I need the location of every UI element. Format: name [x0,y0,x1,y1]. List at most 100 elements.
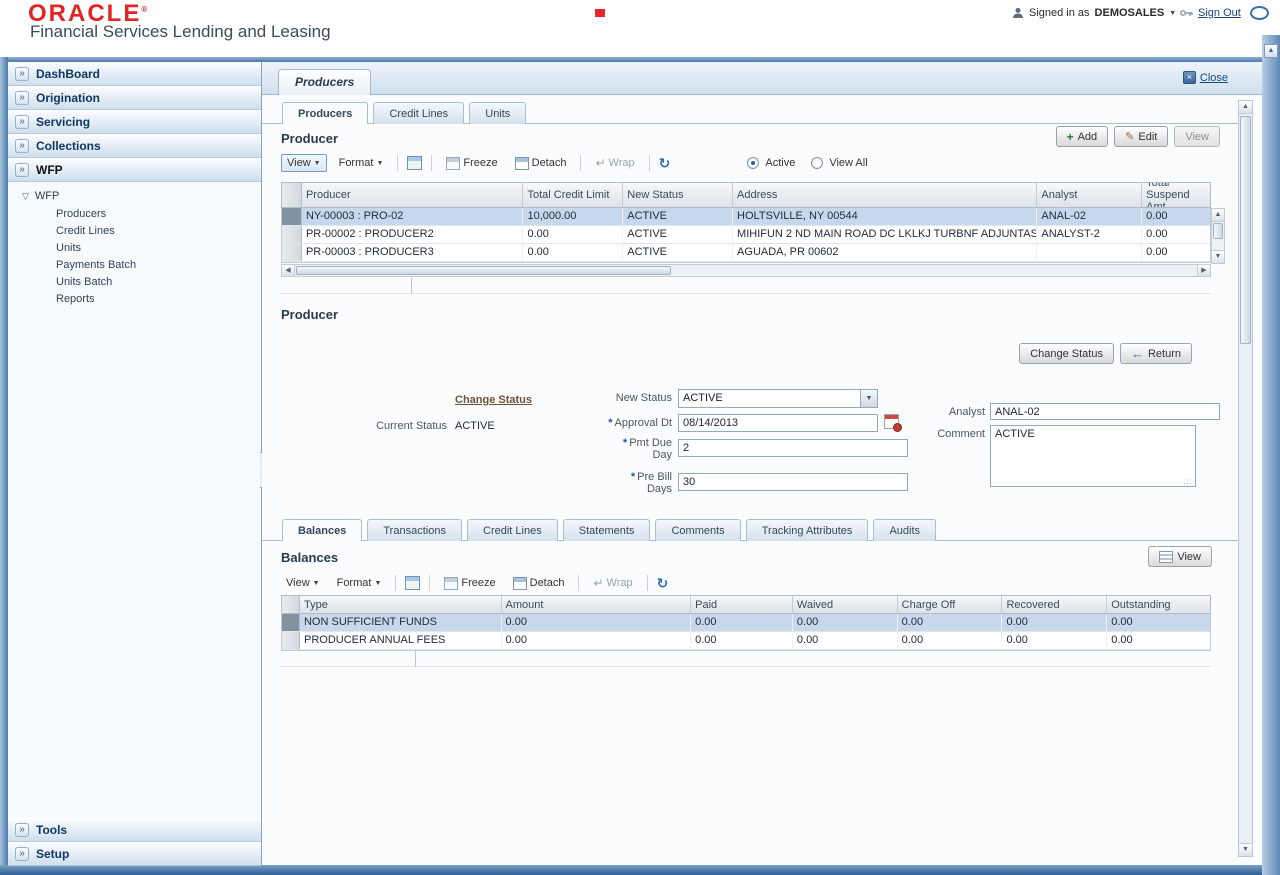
table-row[interactable]: NON SUFFICIENT FUNDS 0.00 0.00 0.00 0.00… [282,614,1210,632]
view-menu-button[interactable]: View ▼ [281,575,325,591]
col-recovered[interactable]: Recovered [1002,596,1107,613]
tree-item-payments-batch[interactable]: Payments Batch [8,256,261,273]
add-button[interactable]: + Add [1056,126,1109,147]
export-icon[interactable] [407,156,422,170]
format-menu-button[interactable]: Format ▼ [334,155,389,171]
detach-button[interactable]: Detach [510,155,572,172]
format-menu-button[interactable]: Format ▼ [332,575,387,591]
freeze-button[interactable]: Freeze [441,155,502,172]
col-outstanding[interactable]: Outstanding [1107,596,1210,613]
tree-node-wfp[interactable]: ▽ WFP [8,187,261,205]
scrollbar-track[interactable] [671,265,1197,276]
sidebar-item-servicing[interactable]: » Servicing [8,110,261,134]
scroll-left-button[interactable]: ◀ [282,265,295,276]
tab-balances[interactable]: Balances [282,519,362,541]
signed-in-menu[interactable]: Signed in as DEMOSALES ▼ [1012,7,1176,19]
page-tab-producers[interactable]: Producers [278,69,371,95]
comment-textarea[interactable]: ACTIVE .:: [990,425,1196,487]
col-producer[interactable]: Producer [302,183,524,207]
scroll-down-button[interactable]: ▼ [1212,250,1224,263]
tab-comments[interactable]: Comments [655,519,740,541]
table-row[interactable]: PR-00003 : PRODUCER3 0.00 ACTIVE AGUADA,… [282,244,1210,262]
sidebar-item-dashboard[interactable]: » DashBoard [8,62,261,86]
col-address[interactable]: Address [733,183,1037,207]
row-selector[interactable] [282,632,300,649]
scroll-up-button[interactable]: ▲ [1212,209,1224,222]
scroll-right-button[interactable]: ▶ [1197,265,1210,276]
tab-statements[interactable]: Statements [563,519,651,541]
grid-horizontal-scrollbar[interactable]: ◀ ▶ [281,264,1211,277]
pmt-due-day-input[interactable] [678,439,908,457]
change-status-button[interactable]: Change Status [1019,343,1114,364]
analyst-input[interactable] [990,403,1220,420]
col-waived[interactable]: Waived [793,596,898,613]
col-total-credit-limit[interactable]: Total Credit Limit [523,183,623,207]
balances-view-button[interactable]: View [1148,546,1212,567]
view-menu-button[interactable]: View ▼ [281,154,327,172]
resize-grip-icon[interactable]: .:: [1183,477,1193,486]
table-row[interactable]: PR-00002 : PRODUCER2 0.00 ACTIVE MIHIFUN… [282,226,1210,244]
pre-bill-days-input[interactable] [678,473,908,491]
col-type[interactable]: Type [300,596,502,613]
tab-units[interactable]: Units [469,102,526,124]
sidebar-item-collections[interactable]: » Collections [8,134,261,158]
col-charge-off[interactable]: Charge Off [898,596,1003,613]
scrollbar-thumb[interactable] [296,266,671,275]
table-row[interactable]: NY-00003 : PRO-02 10,000.00 ACTIVE HOLTS… [282,208,1210,226]
scrollbar-thumb[interactable] [1213,223,1223,239]
view-button[interactable]: View [1174,126,1220,147]
freeze-button[interactable]: Freeze [439,575,500,592]
tab-tracking-attributes[interactable]: Tracking Attributes [746,519,869,541]
refresh-icon[interactable]: ↻ [657,576,669,590]
user-avatar-icon[interactable] [1250,6,1269,20]
tree-item-units[interactable]: Units [8,239,261,256]
sidebar-item-tools[interactable]: » Tools [8,818,261,842]
row-selector[interactable] [282,244,302,261]
radio-view-all[interactable] [811,157,823,169]
sidebar-item-origination[interactable]: » Origination [8,86,261,110]
return-button[interactable]: ← Return [1120,343,1192,364]
calendar-icon[interactable] [884,414,899,429]
scroll-up-button[interactable]: ▲ [1239,101,1252,114]
wrap-button[interactable]: ↵ Wrap [588,574,637,592]
window-scrollbar-track[interactable] [1262,35,1280,875]
grid-vertical-scrollbar[interactable]: ▲ ▼ [1211,208,1225,264]
wrap-button[interactable]: ↵ Wrap [590,154,639,172]
detach-button[interactable]: Detach [508,575,570,592]
sidebar-item-setup[interactable]: » Setup [8,842,261,866]
tab-credit-lines-sub[interactable]: Credit Lines [467,519,558,541]
col-total-suspend-amt[interactable]: Total Suspend Amt [1142,183,1210,207]
select-dropdown-icon[interactable]: ▼ [860,390,877,407]
row-selector[interactable] [282,614,300,631]
scrollbar-thumb[interactable] [1240,116,1251,344]
close-page-button[interactable]: × Close [1183,71,1228,84]
scroll-down-button[interactable]: ▼ [1239,843,1252,856]
content-scrollbar[interactable]: ▲ ▼ [1238,100,1253,857]
refresh-icon[interactable]: ↻ [659,156,671,170]
tab-audits[interactable]: Audits [873,519,936,541]
tab-producers[interactable]: Producers [282,102,368,124]
tree-item-reports[interactable]: Reports [8,290,261,307]
tree-item-producers[interactable]: Producers [8,205,261,222]
sign-out-button[interactable]: Sign Out [1180,7,1241,19]
pane-splitter[interactable] [415,651,416,667]
radio-active[interactable] [747,157,759,169]
pane-splitter[interactable] [411,278,412,294]
window-scroll-up-button[interactable]: ▲ [1264,44,1278,58]
export-icon[interactable] [405,576,420,590]
row-selector[interactable] [282,226,302,243]
tab-credit-lines[interactable]: Credit Lines [373,102,464,124]
table-row[interactable]: PRODUCER ANNUAL FEES 0.00 0.00 0.00 0.00… [282,632,1210,650]
new-status-select[interactable]: ACTIVE ▼ [678,389,878,408]
col-paid[interactable]: Paid [691,596,793,613]
tree-expanded-icon[interactable]: ▽ [22,191,29,202]
sidebar-item-wfp[interactable]: » WFP [8,158,261,182]
row-selector[interactable] [282,208,302,225]
approval-dt-input[interactable] [678,414,878,432]
col-analyst[interactable]: Analyst [1037,183,1142,207]
col-new-status[interactable]: New Status [623,183,733,207]
tab-transactions[interactable]: Transactions [367,519,462,541]
tree-item-credit-lines[interactable]: Credit Lines [8,222,261,239]
col-amount[interactable]: Amount [502,596,692,613]
edit-button[interactable]: ✎ Edit [1114,126,1168,147]
